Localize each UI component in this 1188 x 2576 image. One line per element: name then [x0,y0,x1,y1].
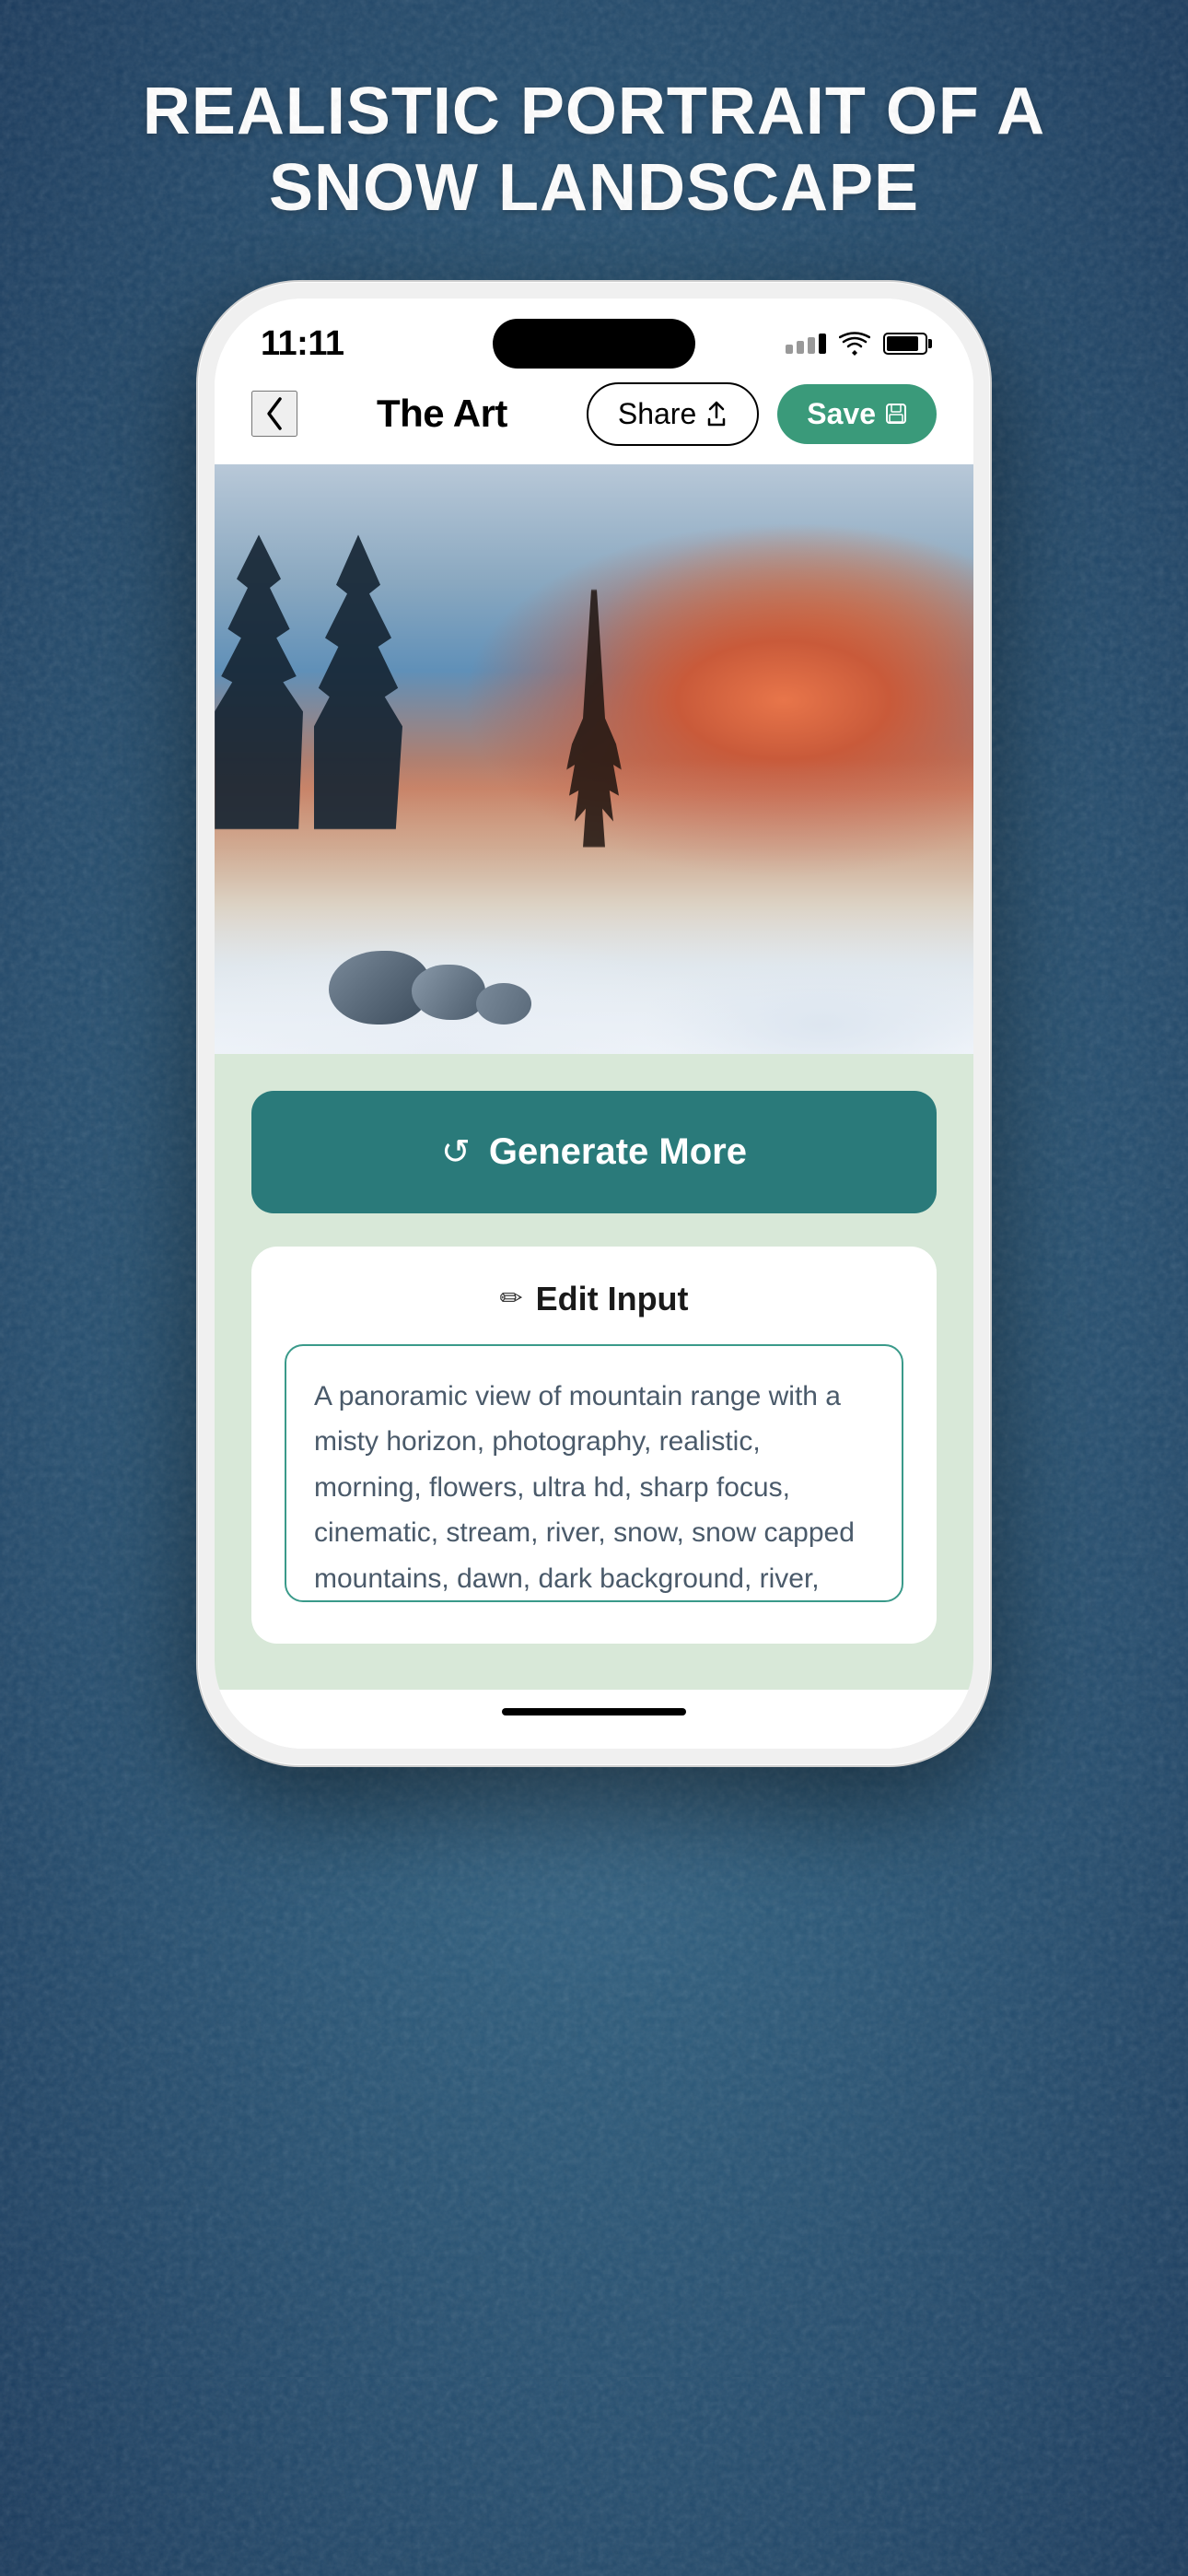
home-indicator-bar [502,1708,686,1715]
save-button[interactable]: Save [777,384,937,444]
generate-icon: ↺ [441,1131,471,1173]
back-button[interactable] [251,391,297,437]
status-bar: 11:11 [215,299,973,373]
phone-shell: 11:11 [198,282,990,1765]
share-button[interactable]: Share [587,382,759,446]
status-icons [786,332,927,356]
battery-fill [887,336,918,351]
rocks-foreground [329,942,531,1025]
page-title: REALISTIC PORTRAIT OF A SNOW LANDSCAPE [51,0,1137,282]
signal-icon [786,334,826,354]
snow-landscape-image [215,464,973,1054]
edit-input-section: ✏ Edit Input [251,1247,937,1644]
wifi-icon [839,332,870,356]
phone-mockup: 11:11 [198,282,990,2032]
content-area: ↺ Generate More ✏ Edit Input [215,1054,973,1690]
battery-icon [883,333,927,355]
rock-3 [476,983,531,1025]
rock-2 [412,965,485,1020]
prompt-textarea[interactable] [285,1344,903,1602]
generate-more-button[interactable]: ↺ Generate More [251,1091,937,1213]
phone-screen: 11:11 [215,299,973,1749]
pencil-icon: ✏ [499,1282,522,1315]
nav-actions: Share Save [587,382,937,446]
home-indicator-area [215,1690,973,1749]
status-time: 11:11 [261,324,344,364]
dynamic-island [493,319,695,369]
nav-title: The Art [377,392,507,436]
edit-header: ✏ Edit Input [285,1280,903,1318]
ai-image-container [215,464,973,1054]
generate-more-label: Generate More [489,1131,747,1173]
edit-input-label: Edit Input [536,1280,689,1318]
nav-bar: The Art Share Save [215,373,973,464]
